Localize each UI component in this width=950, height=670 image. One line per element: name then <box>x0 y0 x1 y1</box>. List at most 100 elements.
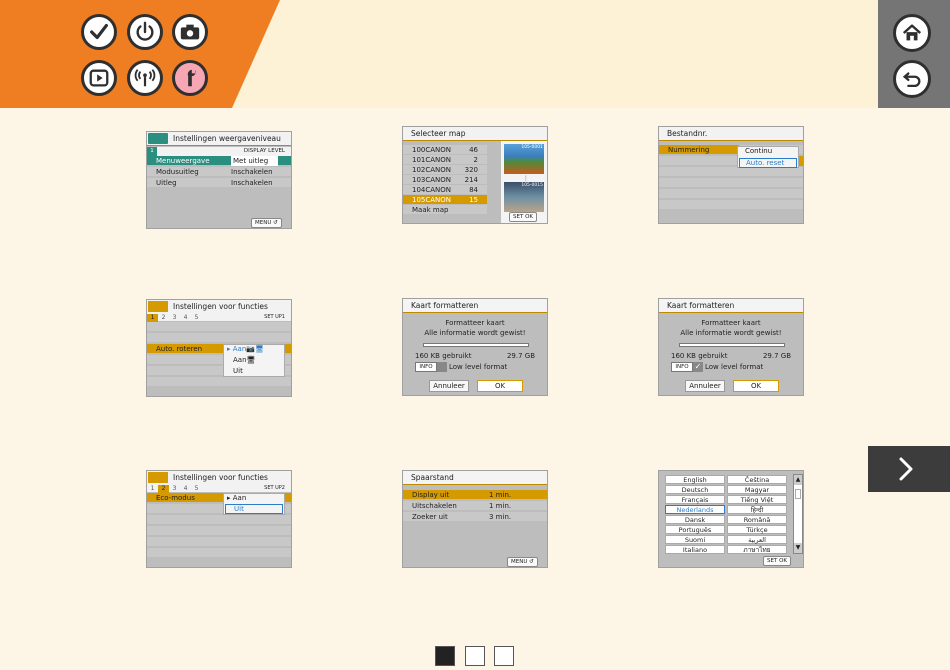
tab-1[interactable]: 1 <box>147 485 158 493</box>
auto-off-row[interactable]: Uitschakelen 1 min. <box>403 501 547 511</box>
option-auto-reset[interactable]: Auto. reset <box>739 158 797 168</box>
ok-button[interactable]: OK <box>733 380 779 392</box>
numbering-row[interactable]: Nummering <box>659 145 739 155</box>
option-continu[interactable]: Continu <box>745 147 772 155</box>
folder-row[interactable]: 103CANON 214 <box>403 175 487 185</box>
title-text: Instellingen voor functies <box>173 302 268 311</box>
cancel-button[interactable]: Annuleer <box>685 380 725 392</box>
tab-4[interactable]: 4 <box>180 485 191 493</box>
language-option[interactable]: Nederlands <box>665 505 725 514</box>
language-option[interactable]: Tiếng Việt <box>727 495 787 504</box>
viewfinder-off-row[interactable]: Zoeker uit 3 min. <box>403 512 547 522</box>
tab-1[interactable]: 1 <box>147 314 158 322</box>
set-ok-button[interactable]: SET OK <box>763 556 792 566</box>
language-option[interactable]: Português <box>665 525 725 534</box>
page-indicator-1[interactable] <box>435 646 455 666</box>
used-space: 160 KB gebruikt <box>415 352 472 360</box>
language-option[interactable]: हिन्दी <box>727 505 787 514</box>
tab-5[interactable]: 5 <box>191 485 202 493</box>
ok-button[interactable]: OK <box>477 380 523 392</box>
home-icon[interactable] <box>893 14 931 52</box>
display-off-row[interactable]: Display uit 1 min. <box>403 490 547 500</box>
menu-row[interactable]: Uitleg Inschakelen <box>147 178 291 188</box>
page-indicator-2[interactable] <box>465 646 485 666</box>
menu-row[interactable]: Modusuitleg Inschakelen <box>147 167 291 177</box>
menu-button[interactable]: MENU ↺ <box>507 557 538 567</box>
folder-name: 100CANON <box>412 146 452 154</box>
menu-button[interactable]: MENU ↺ <box>251 218 282 228</box>
tab-3[interactable]: 3 <box>169 485 180 493</box>
language-option[interactable]: Čeština <box>727 475 787 484</box>
power-icon[interactable] <box>127 14 163 50</box>
checkmark-icon[interactable] <box>81 14 117 50</box>
play-icon[interactable] <box>81 60 117 96</box>
language-option[interactable]: Français <box>665 495 725 504</box>
option-label: Aan <box>233 356 247 364</box>
menu-row[interactable]: Menuweergave Met uitleg <box>147 156 291 166</box>
option-label: Aan <box>232 494 247 502</box>
tab-1[interactable]: 1 <box>147 147 157 156</box>
tab-subtitle: SET UP1 <box>264 314 285 320</box>
folder-row[interactable]: 100CANON 46 <box>403 145 487 155</box>
title-text: Instellingen weergaveniveau <box>173 134 281 143</box>
tab-2[interactable]: 2 <box>158 485 169 493</box>
camera-icon[interactable] <box>172 14 208 50</box>
tab-4[interactable]: 4 <box>180 314 191 322</box>
low-level-checkbox-checked[interactable]: ✓ <box>693 362 703 372</box>
thumbnail-last: 105-0015 <box>504 182 544 212</box>
screen-display-level: Instellingen weergaveniveau 1 DISPLAY LE… <box>146 131 292 229</box>
scrollbar[interactable]: ▲ ▼ <box>793 474 803 554</box>
scroll-thumb[interactable] <box>795 489 801 499</box>
info-button[interactable]: INFO <box>415 362 437 372</box>
scroll-down-icon[interactable]: ▼ <box>794 543 802 553</box>
tab-3[interactable]: 3 <box>169 314 180 322</box>
option-on[interactable]: ▸ Aan <box>227 494 246 502</box>
language-option[interactable]: English <box>665 475 725 484</box>
menu-row <box>659 200 803 210</box>
option-on-camera-pc[interactable]: ▸ Aan📷🖥 <box>227 345 264 353</box>
language-option[interactable]: Türkçe <box>727 525 787 534</box>
language-option[interactable]: Dansk <box>665 515 725 524</box>
page-indicator-3[interactable] <box>494 646 514 666</box>
cancel-button[interactable]: Annuleer <box>429 380 469 392</box>
thumbnail-first: 105-0001 <box>504 144 544 174</box>
screen-title: Selecteer map <box>403 127 547 141</box>
tab-subtitle: SET UP2 <box>264 485 285 491</box>
screen-title: Kaart formatteren <box>403 299 547 313</box>
row-label: Menuweergave <box>156 157 210 165</box>
low-level-checkbox[interactable] <box>437 362 447 372</box>
option-off[interactable]: Uit <box>233 367 243 375</box>
language-option[interactable]: العربية <box>727 535 787 544</box>
used-space: 160 KB gebruikt <box>671 352 728 360</box>
scroll-up-icon[interactable]: ▲ <box>794 475 802 485</box>
folder-count: 214 <box>464 176 478 184</box>
make-folder-label: Maak map <box>412 206 449 214</box>
wrench-icon[interactable] <box>172 60 208 96</box>
make-folder-row[interactable]: Maak map <box>403 205 487 215</box>
screen-eco-mode: Instellingen voor functies 12345 SET UP2… <box>146 470 292 568</box>
folder-row[interactable]: 104CANON 84 <box>403 185 487 195</box>
option-on-pc[interactable]: Aan🖥 <box>233 356 255 364</box>
folder-row-selected[interactable]: 105CANON 15 <box>403 195 487 205</box>
folder-row[interactable]: 102CANON 320 <box>403 165 487 175</box>
row-label: Modusuitleg <box>156 168 199 176</box>
language-option[interactable]: Suomi <box>665 535 725 544</box>
option-off[interactable]: Uit <box>225 504 283 514</box>
tab-2[interactable]: 2 <box>158 314 169 322</box>
tab-5[interactable]: 5 <box>191 314 202 322</box>
folder-row[interactable]: 101CANON 2 <box>403 155 487 165</box>
screen-file-numbering: Bestandnr. Nummering Continu Auto. reset <box>658 126 804 224</box>
wireless-icon[interactable] <box>127 60 163 96</box>
info-button[interactable]: INFO <box>671 362 693 372</box>
tab-subtitle: DISPLAY LEVEL <box>243 148 285 154</box>
language-option[interactable]: Italiano <box>665 545 725 554</box>
language-option[interactable]: Română <box>727 515 787 524</box>
capacity-bar <box>679 343 785 347</box>
language-option[interactable]: Deutsch <box>665 485 725 494</box>
set-ok-button[interactable]: SET OK <box>509 212 538 222</box>
screen-language: English Čeština Deutsch Magyar Français Tiếng… <box>658 470 804 568</box>
back-icon[interactable] <box>893 60 931 98</box>
next-page-button[interactable] <box>868 446 950 492</box>
language-option[interactable]: ภาษาไทย <box>727 545 787 554</box>
language-option[interactable]: Magyar <box>727 485 787 494</box>
